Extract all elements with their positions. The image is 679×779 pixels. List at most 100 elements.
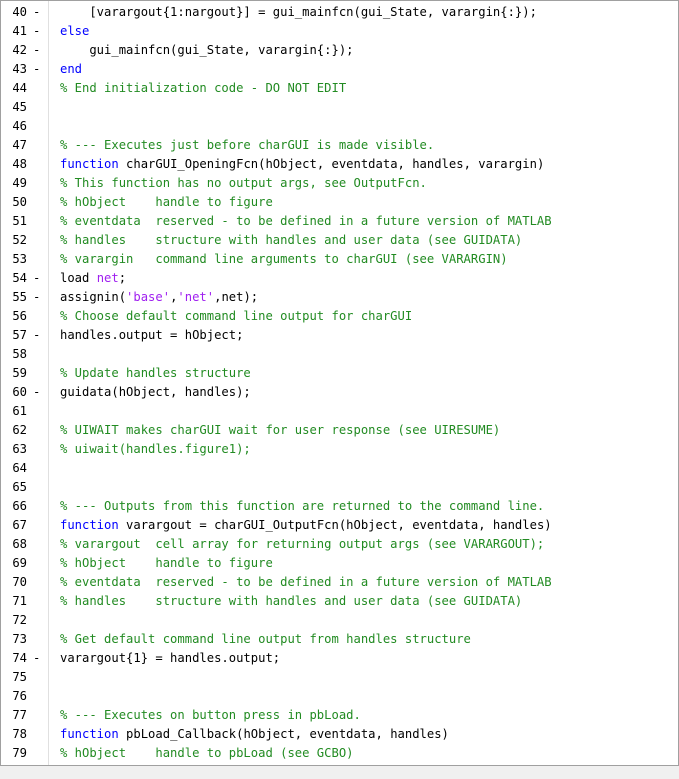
code-line[interactable]: 65	[1, 478, 678, 497]
code-line[interactable]: 49 % This function has no output args, se…	[1, 174, 678, 193]
line-number: 51	[12, 214, 27, 228]
code-line[interactable]: 41- else	[1, 22, 678, 41]
code-token-comment: % End initialization code - DO NOT EDIT	[60, 81, 347, 95]
line-number: 70	[12, 575, 27, 589]
breakpoint-marker[interactable]: -	[33, 649, 41, 668]
code-line[interactable]: 76	[1, 687, 678, 706]
code-line[interactable]: 47 % --- Executes just before charGUI is …	[1, 136, 678, 155]
code-text: % Update handles structure	[60, 364, 251, 383]
code-text: % UIWAIT makes charGUI wait for user res…	[60, 421, 500, 440]
breakpoint-marker[interactable]: -	[33, 288, 41, 307]
line-number: 59	[12, 366, 27, 380]
line-number: 57	[12, 328, 27, 342]
line-number: 55	[12, 290, 27, 304]
code-line[interactable]: 77 % --- Executes on button press in pbLo…	[1, 706, 678, 725]
code-line[interactable]: 69 % hObject handle to figure	[1, 554, 678, 573]
line-number: 40	[12, 5, 27, 19]
window-bottom-edge	[0, 766, 679, 779]
code-token-comment: % hObject handle to figure	[60, 195, 273, 209]
code-line[interactable]: 46	[1, 117, 678, 136]
code-token-comment: % hObject handle to pbLoad (see GCBO)	[60, 746, 354, 760]
code-token-comment: % varargout cell array for returning out…	[60, 537, 545, 551]
code-line[interactable]: 79 % hObject handle to pbLoad (see GCBO)	[1, 744, 678, 763]
line-number: 78	[12, 727, 27, 741]
code-token-plain: varargout{1} = handles.output;	[60, 651, 281, 665]
breakpoint-marker[interactable]: -	[33, 3, 41, 22]
code-line[interactable]: 52 % handles structure with handles and u…	[1, 231, 678, 250]
code-token-string: 'base'	[126, 290, 171, 304]
code-token-plain: load	[60, 271, 97, 285]
code-line[interactable]: 67 function varargout = charGUI_OutputFcn…	[1, 516, 678, 535]
code-line[interactable]: 75	[1, 668, 678, 687]
code-text: load net;	[60, 269, 126, 288]
code-line[interactable]: 66 % --- Outputs from this function are r…	[1, 497, 678, 516]
code-line[interactable]: 54- load net;	[1, 269, 678, 288]
code-line[interactable]: 51 % eventdata reserved - to be defined i…	[1, 212, 678, 231]
code-text: % hObject handle to pbLoad (see GCBO)	[60, 744, 354, 763]
code-line[interactable]: 57- handles.output = hObject;	[1, 326, 678, 345]
code-token-keyword: function	[60, 727, 119, 741]
breakpoint-marker[interactable]: -	[33, 60, 41, 79]
code-text: % eventdata reserved - to be defined in …	[60, 212, 552, 231]
code-text: gui_mainfcn(gui_State, varargin{:});	[60, 41, 353, 60]
code-line[interactable]: 55- assignin('base','net',net);	[1, 288, 678, 307]
code-text: % Choose default command line output for…	[60, 307, 412, 326]
code-line[interactable]: 78 function pbLoad_Callback(hObject, even…	[1, 725, 678, 744]
code-editor[interactable]: 40- [varargout{1:nargout}] = gui_mainfcn…	[0, 0, 679, 766]
code-line[interactable]: 58	[1, 345, 678, 364]
code-line[interactable]: 50 % hObject handle to figure	[1, 193, 678, 212]
breakpoint-marker[interactable]: -	[33, 326, 41, 345]
code-line[interactable]: 45	[1, 98, 678, 117]
code-token-keyword: function	[60, 518, 119, 532]
code-text: % varargin command line arguments to cha…	[60, 250, 508, 269]
code-line[interactable]: 62 % UIWAIT makes charGUI wait for user r…	[1, 421, 678, 440]
line-number: 54	[12, 271, 27, 285]
code-token-comment: % handles structure with handles and use…	[60, 233, 523, 247]
line-number: 71	[12, 594, 27, 608]
code-text: function charGUI_OpeningFcn(hObject, eve…	[60, 155, 544, 174]
breakpoint-marker[interactable]: -	[33, 383, 41, 402]
line-number: 43	[12, 62, 27, 76]
code-line[interactable]: 73 % Get default command line output from…	[1, 630, 678, 649]
code-line[interactable]: 59 % Update handles structure	[1, 364, 678, 383]
breakpoint-marker[interactable]: -	[33, 22, 41, 41]
code-line[interactable]: 64	[1, 459, 678, 478]
code-text: guidata(hObject, handles);	[60, 383, 251, 402]
code-line[interactable]: 70 % eventdata reserved - to be defined i…	[1, 573, 678, 592]
breakpoint-marker[interactable]: -	[33, 269, 41, 288]
code-line[interactable]: 63 % uiwait(handles.figure1);	[1, 440, 678, 459]
code-line[interactable]: 40- [varargout{1:nargout}] = gui_mainfcn…	[1, 3, 678, 22]
code-line[interactable]: 56 % Choose default command line output f…	[1, 307, 678, 326]
line-number: 65	[12, 480, 27, 494]
code-line[interactable]: 68 % varargout cell array for returning o…	[1, 535, 678, 554]
line-number: 64	[12, 461, 27, 475]
code-line[interactable]: 60- guidata(hObject, handles);	[1, 383, 678, 402]
line-number: 75	[12, 670, 27, 684]
code-line[interactable]: 74- varargout{1} = handles.output;	[1, 649, 678, 668]
line-number: 49	[12, 176, 27, 190]
code-token-comment: % varargin command line arguments to cha…	[60, 252, 508, 266]
code-token-plain: [varargout{1:nargout}] = gui_mainfcn(gui…	[60, 5, 537, 19]
line-number: 62	[12, 423, 27, 437]
code-token-comment: % --- Executes on button press in pbLoad…	[60, 708, 361, 722]
code-text: function pbLoad_Callback(hObject, eventd…	[60, 725, 449, 744]
code-line[interactable]: 71 % handles structure with handles and u…	[1, 592, 678, 611]
code-line[interactable]: 72	[1, 611, 678, 630]
code-token-plain: varargout = charGUI_OutputFcn(hObject, e…	[118, 518, 552, 532]
code-line[interactable]: 43- end	[1, 60, 678, 79]
code-line[interactable]: 44 % End initialization code - DO NOT EDI…	[1, 79, 678, 98]
code-token-comment: % This function has no output args, see …	[60, 176, 427, 190]
code-token-comment: % uiwait(handles.figure1);	[60, 442, 251, 456]
line-number: 69	[12, 556, 27, 570]
code-line[interactable]: 61	[1, 402, 678, 421]
breakpoint-marker[interactable]: -	[33, 41, 41, 60]
code-line[interactable]: 42- gui_mainfcn(gui_State, varargin{:});	[1, 41, 678, 60]
line-number: 74	[12, 651, 27, 665]
code-line[interactable]: 53 % varargin command line arguments to c…	[1, 250, 678, 269]
code-token-string: net	[96, 271, 119, 285]
code-token-plain: ,net);	[214, 290, 259, 304]
code-text: % hObject handle to figure	[60, 193, 273, 212]
code-token-keyword: else	[60, 24, 90, 38]
code-token-comment: % --- Outputs from this function are ret…	[60, 499, 545, 513]
code-line[interactable]: 48 function charGUI_OpeningFcn(hObject, e…	[1, 155, 678, 174]
